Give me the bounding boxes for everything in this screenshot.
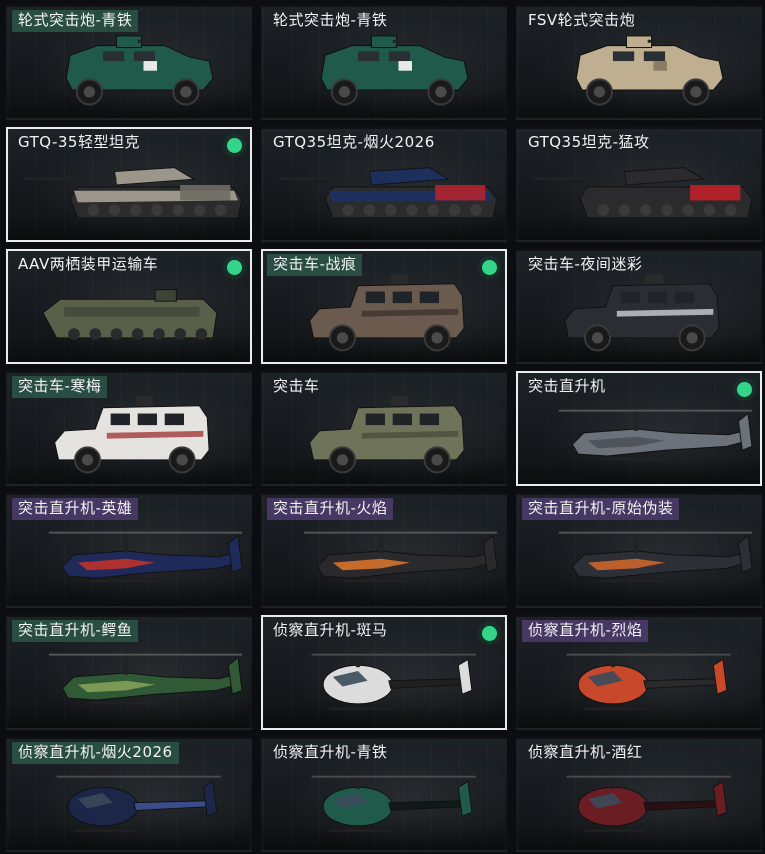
vehicle-skin-card[interactable]: GTQ35坦克-猛攻 <box>516 127 762 242</box>
vehicle-skin-name: 侦察直升机-烟火2026 <box>12 742 179 764</box>
vehicle-skin-name: 轮式突击炮-青铁 <box>273 11 388 29</box>
vehicle-skin-name: 突击直升机-火焰 <box>267 498 394 520</box>
owned-indicator-icon <box>227 138 242 153</box>
vehicle-skin-name: 突击直升机 <box>528 377 606 395</box>
vehicle-skin-name: 突击直升机-英雄 <box>12 498 139 520</box>
vehicle-skin-name: FSV轮式突击炮 <box>528 11 636 29</box>
vehicle-skin-name: 突击车-寒梅 <box>12 376 108 398</box>
vehicle-skin-name: GTQ35坦克-猛攻 <box>528 133 650 151</box>
vehicle-skin-name: 突击直升机-鳄鱼 <box>12 620 139 642</box>
vehicle-skin-name: 侦察直升机-斑马 <box>273 621 388 639</box>
vehicle-skin-card[interactable]: AAV两栖装甲运输车 <box>6 249 252 364</box>
owned-indicator-icon <box>482 260 497 275</box>
vehicle-skin-card[interactable]: GTQ-35轻型坦克 <box>6 127 252 242</box>
vehicle-skin-card[interactable]: 突击车-夜间迷彩 <box>516 249 762 364</box>
vehicle-skin-card[interactable]: 突击车 <box>261 371 507 486</box>
vehicle-skin-grid: 轮式突击炮-青铁 轮式突击炮-青铁 FSV轮式突击炮 GTQ-35轻型坦克 GTQ35坦… <box>0 0 765 854</box>
owned-indicator-icon <box>227 260 242 275</box>
vehicle-skin-card[interactable]: 突击直升机-英雄 <box>6 493 252 608</box>
vehicle-skin-card[interactable]: 轮式突击炮-青铁 <box>261 5 507 120</box>
vehicle-skin-card[interactable]: 突击直升机-火焰 <box>261 493 507 608</box>
vehicle-skin-name: 突击车 <box>273 377 320 395</box>
vehicle-skin-card[interactable]: GTQ35坦克-烟火2026 <box>261 127 507 242</box>
vehicle-skin-name: 侦察直升机-酒红 <box>528 743 643 761</box>
vehicle-skin-card[interactable]: 侦察直升机-烈焰 <box>516 615 762 730</box>
vehicle-skin-card[interactable]: 突击车-寒梅 <box>6 371 252 486</box>
vehicle-skin-name: 侦察直升机-烈焰 <box>522 620 649 642</box>
vehicle-skin-name: 突击车-夜间迷彩 <box>528 255 643 273</box>
vehicle-skin-name: GTQ35坦克-烟火2026 <box>273 133 435 151</box>
vehicle-skin-card[interactable]: 侦察直升机-青铁 <box>261 737 507 852</box>
vehicle-skin-card[interactable]: 突击直升机-鳄鱼 <box>6 615 252 730</box>
owned-indicator-icon <box>737 382 752 397</box>
vehicle-skin-card[interactable]: 轮式突击炮-青铁 <box>6 5 252 120</box>
vehicle-skin-name: 轮式突击炮-青铁 <box>12 10 139 32</box>
vehicle-skin-name: 侦察直升机-青铁 <box>273 743 388 761</box>
vehicle-skin-card[interactable]: 突击车-战痕 <box>261 249 507 364</box>
vehicle-skin-name: AAV两栖装甲运输车 <box>18 255 159 273</box>
vehicle-skin-name: 突击车-战痕 <box>267 254 363 276</box>
vehicle-skin-card[interactable]: FSV轮式突击炮 <box>516 5 762 120</box>
vehicle-skin-card[interactable]: 侦察直升机-烟火2026 <box>6 737 252 852</box>
vehicle-skin-card[interactable]: 突击直升机-原始伪装 <box>516 493 762 608</box>
vehicle-skin-name: 突击直升机-原始伪装 <box>522 498 680 520</box>
vehicle-skin-card[interactable]: 突击直升机 <box>516 371 762 486</box>
owned-indicator-icon <box>482 626 497 641</box>
vehicle-skin-card[interactable]: 侦察直升机-斑马 <box>261 615 507 730</box>
vehicle-skin-card[interactable]: 侦察直升机-酒红 <box>516 737 762 852</box>
vehicle-skin-name: GTQ-35轻型坦克 <box>18 133 140 151</box>
